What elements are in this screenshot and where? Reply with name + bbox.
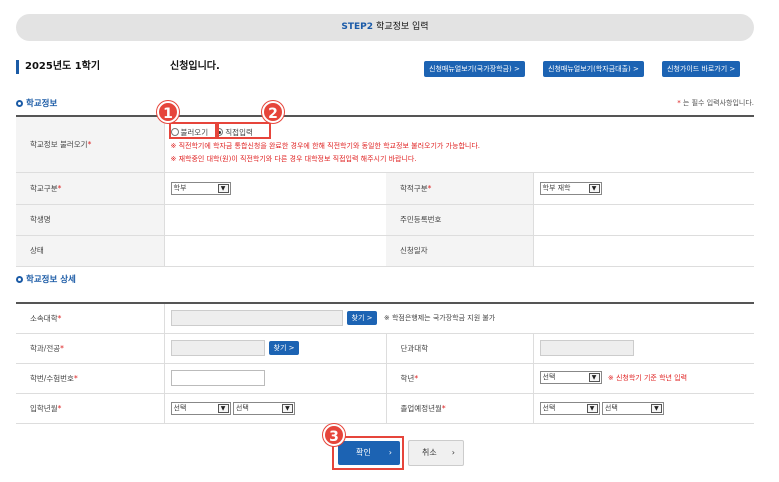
admission-month-select[interactable]: 선택 ▼ (232, 401, 295, 415)
graduation-label: 졸업예정년월* (385, 393, 533, 424)
univ-row: 소속대학* 찾기 > ※ 학점은행제는 국가장학금 지원 불가 (16, 303, 755, 334)
univ-find-button[interactable]: 찾기 > (346, 311, 378, 326)
chevron-down-icon: ▼ (650, 403, 662, 413)
college-cell (532, 333, 755, 364)
graduation-year-select[interactable]: 선택 ▼ (539, 401, 600, 415)
graduation-month-select[interactable]: 선택 ▼ (601, 401, 664, 415)
school-info-table: 학교정보 불러오기* 불러오기 직접입력 ※ 직전학기에 학자금 통합신청을 완… (16, 115, 755, 267)
admission-row: 입학년월* 선택 ▼ 선택 ▼ 졸업예정년월* 선택 ▼ 선택 ▼ (16, 393, 755, 424)
school-detail-table: 소속대학* 찾기 > ※ 학점은행제는 국가장학금 지원 불가 학과/전공* 찾… (16, 302, 755, 424)
chevron-down-icon: ▼ (586, 403, 598, 413)
student-no-label: 학번/수험번호* (16, 363, 164, 394)
grade-cell: 선택 ▼ ※ 신청학기 기준 학년 입력 (532, 363, 755, 394)
univ-label: 소속대학* (16, 303, 164, 334)
enroll-status-cell: 학부 재학 ▼ (532, 172, 755, 205)
required-note: * 는 필수 입력사항입니다. (677, 99, 754, 107)
major-input[interactable] (170, 340, 265, 356)
manual-scholarship-button[interactable]: 신청매뉴얼보기(국가장학금) > (424, 61, 525, 77)
univ-note: ※ 학점은행제는 국가장학금 지원 불가 (383, 314, 496, 323)
resident-no-value (532, 204, 755, 236)
chevron-down-icon: ▼ (588, 373, 600, 383)
univ-cell: 찾기 > ※ 학점은행제는 국가장학금 지원 불가 (163, 303, 755, 334)
grade-select[interactable]: 선택 ▼ (539, 371, 602, 385)
student-no-cell (163, 363, 386, 394)
apply-date-value (532, 235, 755, 267)
highlight-box-1 (169, 122, 217, 139)
grade-note: ※ 신청학기 기준 학년 입력 (607, 373, 688, 382)
status-label: 상태 (16, 235, 164, 267)
admission-year-select[interactable]: 선택 ▼ (170, 401, 231, 415)
school-detail-section-title: 학교정보 상세 (16, 274, 76, 286)
school-type-row: 학교구분* 학부 ▼ 학적구분* 학부 재학 ▼ (16, 172, 755, 205)
college-label: 단과대학 (385, 333, 533, 364)
student-no-input[interactable] (170, 370, 265, 386)
major-cell: 찾기 > (163, 333, 386, 364)
apply-date-label: 신청일자 (386, 235, 533, 267)
enroll-status-select[interactable]: 학부 재학 ▼ (539, 181, 602, 195)
grade-label: 학년* (385, 363, 533, 394)
load-row: 학교정보 불러오기* 불러오기 직접입력 ※ 직전학기에 학자금 통합신청을 완… (16, 116, 755, 173)
highlight-box-2 (217, 122, 271, 139)
notice-2: ※ 재학중인 대학(원)이 직전학기와 다른 경우 대학정보 직접입력 해주시기… (170, 155, 417, 163)
student-name-value (163, 204, 386, 236)
school-info-section-title: 학교정보 (16, 98, 57, 110)
notice-1: ※ 직전학기에 학자금 통합신청을 완료한 경우에 한해 직전학기와 동일한 학… (170, 142, 481, 150)
major-label: 학과/전공* (16, 333, 164, 364)
admission-cell: 선택 ▼ 선택 ▼ (163, 393, 386, 424)
step-bar: STEP2 학교정보 입력 (16, 14, 754, 41)
student-name-label: 학생명 (16, 204, 164, 236)
enroll-status-label: 학적구분* (386, 172, 533, 205)
student-row: 학생명 주민등록번호 (16, 204, 755, 236)
chevron-down-icon: ▼ (217, 183, 229, 193)
school-type-label: 학교구분* (16, 172, 164, 205)
univ-input[interactable] (170, 310, 343, 327)
school-type-select[interactable]: 학부 ▼ (170, 181, 231, 195)
chevron-down-icon: ▼ (281, 403, 293, 413)
marker-1: 1 (157, 101, 179, 123)
student-no-row: 학번/수험번호* 학년* 선택 ▼ ※ 신청학기 기준 학년 입력 (16, 363, 755, 394)
resident-no-label: 주민등록번호 (386, 204, 533, 236)
graduation-cell: 선택 ▼ 선택 ▼ (532, 393, 755, 424)
admission-label: 입학년월* (16, 393, 164, 424)
circle-bullet-icon (16, 100, 23, 107)
major-row: 학과/전공* 찾기 > 단과대학 (16, 333, 755, 364)
marker-2: 2 (262, 101, 284, 123)
college-input (539, 340, 634, 356)
chevron-right-icon: › (451, 448, 455, 457)
cancel-button[interactable]: 취소 › (408, 440, 464, 466)
circle-bullet-icon (16, 276, 23, 283)
semester-title: 2025년도 1학기 (16, 60, 100, 74)
guide-shortcut-button[interactable]: 신청가이드 바로가기 > (662, 61, 741, 77)
manual-loan-button[interactable]: 신청매뉴얼보기(학자금대출) > (543, 61, 644, 77)
load-label: 학교정보 불러오기* (16, 116, 164, 173)
status-value (163, 235, 386, 267)
marker-3: 3 (323, 424, 345, 446)
chevron-down-icon: ▼ (588, 183, 600, 193)
status-row: 상태 신청일자 (16, 235, 755, 267)
step-code: STEP2 (341, 22, 374, 32)
step-title: 학교정보 입력 (376, 22, 429, 32)
chevron-down-icon: ▼ (217, 403, 229, 413)
school-type-cell: 학부 ▼ (163, 172, 386, 205)
applying-text: 신청입니다. (170, 61, 220, 72)
major-find-button[interactable]: 찾기 > (268, 341, 300, 355)
